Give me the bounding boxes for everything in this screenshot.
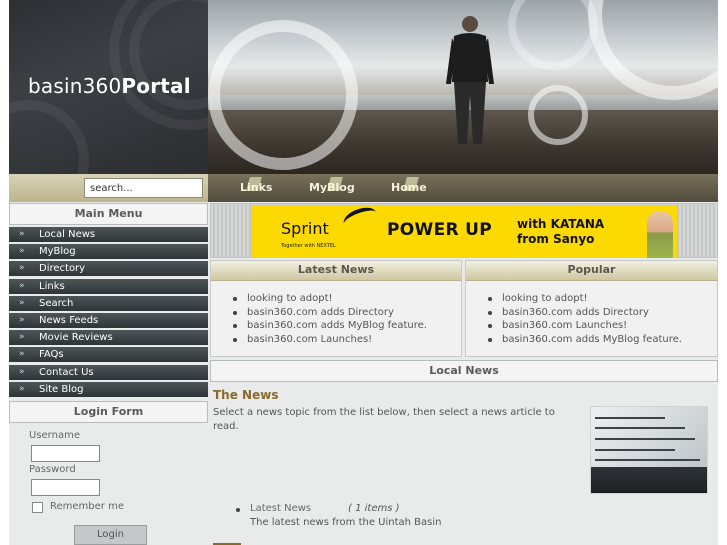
password-label: Password bbox=[29, 464, 76, 475]
search-input[interactable]: search... bbox=[84, 178, 203, 198]
menu-item-myblog[interactable]: » MyBlog bbox=[9, 244, 208, 260]
menu-item-links[interactable]: » Links bbox=[9, 278, 208, 294]
image-text-line bbox=[595, 427, 685, 429]
double-chevron-icon: » bbox=[19, 332, 25, 343]
site-logo[interactable]: basin360Portal bbox=[28, 74, 191, 98]
popular-list: looking to adopt! basin360.com adds Dire… bbox=[488, 293, 717, 348]
popular-panel: Popular looking to adopt! basin360.com a… bbox=[465, 260, 718, 357]
main-menu: » Local News » MyBlog » Directory » Links » S… bbox=[9, 227, 208, 397]
menu-item-news-feeds[interactable]: » News Feeds bbox=[9, 312, 208, 328]
login-button[interactable]: Login bbox=[74, 525, 147, 545]
username-field[interactable] bbox=[31, 445, 100, 462]
login-form: Login Form Username Password Remember me… bbox=[9, 401, 208, 545]
image-text-line bbox=[595, 417, 665, 419]
ad-headline: POWER UP bbox=[387, 220, 492, 240]
ad-strip: Sprint Together with NEXTEL POWER UP wit… bbox=[210, 203, 718, 258]
remember-me-checkbox[interactable] bbox=[32, 502, 43, 513]
topnav-home[interactable]: Home bbox=[391, 177, 427, 194]
menu-item-faqs[interactable]: » FAQs bbox=[9, 347, 208, 363]
decor-ring bbox=[9, 100, 89, 174]
ad-offer: with KATANA from Sanyo bbox=[517, 217, 604, 247]
latest-news-item[interactable]: looking to adopt! bbox=[233, 293, 461, 307]
double-chevron-icon: » bbox=[19, 263, 25, 274]
decor-ring bbox=[508, 0, 598, 70]
header-banner-image bbox=[208, 0, 718, 174]
latest-news-list: looking to adopt! basin360.com adds Dire… bbox=[233, 293, 461, 348]
double-chevron-icon: » bbox=[19, 246, 25, 257]
main-menu-title: Main Menu bbox=[9, 203, 208, 225]
popular-item[interactable]: basin360.com adds MyBlog feature. bbox=[488, 334, 717, 348]
double-chevron-icon: » bbox=[19, 280, 25, 291]
topnav-myblog[interactable]: MyBlog bbox=[309, 177, 355, 194]
keyboard-keys bbox=[591, 467, 707, 493]
double-chevron-icon: » bbox=[19, 314, 25, 325]
popular-item[interactable]: looking to adopt! bbox=[488, 293, 717, 307]
bullet-icon bbox=[236, 508, 240, 512]
image-text-line bbox=[595, 449, 675, 451]
topic-link-latest-news[interactable]: Latest News bbox=[250, 503, 311, 514]
ad-offer-line2: from Sanyo bbox=[517, 232, 595, 246]
main-content: Sprint Together with NEXTEL POWER UP wit… bbox=[210, 203, 718, 545]
latest-news-item[interactable]: basin360.com adds Directory bbox=[233, 307, 461, 321]
news-intro-text: Select a news topic from the list below,… bbox=[213, 407, 555, 432]
left-column: Main Menu » Local News » MyBlog » Directory… bbox=[9, 203, 208, 545]
ad-model-image bbox=[647, 211, 673, 258]
logo-panel: basin360Portal bbox=[9, 0, 208, 174]
menu-item-movie-reviews[interactable]: » Movie Reviews bbox=[9, 330, 208, 346]
popular-title: Popular bbox=[466, 261, 717, 281]
top-nav: Links MyBlog Home bbox=[208, 174, 718, 202]
popular-item[interactable]: basin360.com adds Directory bbox=[488, 307, 717, 321]
navigation-bar: search... Links MyBlog Home bbox=[9, 174, 718, 202]
menu-item-directory[interactable]: » Directory bbox=[9, 261, 208, 277]
image-text-line bbox=[595, 459, 700, 461]
news-heading: The News bbox=[213, 388, 279, 402]
man-figure bbox=[446, 16, 494, 144]
decor-ring bbox=[588, 0, 718, 100]
login-form-title: Login Form bbox=[9, 401, 208, 423]
header: basin360Portal bbox=[9, 0, 718, 174]
ad-brand: Sprint bbox=[281, 219, 329, 238]
latest-news-title: Latest News bbox=[211, 261, 461, 281]
sprint-wing-icon bbox=[340, 205, 380, 233]
decor-ring bbox=[528, 85, 588, 145]
news-keyboard-image bbox=[590, 406, 708, 494]
popular-item[interactable]: basin360.com Launches! bbox=[488, 320, 717, 334]
sprint-ad-banner[interactable]: Sprint Together with NEXTEL POWER UP wit… bbox=[251, 205, 677, 258]
menu-item-local-news[interactable]: » Local News bbox=[9, 227, 208, 242]
remember-me-label: Remember me bbox=[50, 501, 124, 512]
latest-news-panel: Latest News looking to adopt! basin360.c… bbox=[210, 260, 462, 357]
decor-ring bbox=[208, 20, 358, 170]
local-news-title: Local News bbox=[210, 360, 718, 382]
topic-item-count: ( 1 items ) bbox=[348, 503, 400, 514]
double-chevron-icon: » bbox=[19, 349, 25, 360]
menu-item-site-blog[interactable]: » Site Blog bbox=[9, 381, 208, 397]
topic-description: The latest news from the Uintah Basin bbox=[250, 517, 442, 528]
topnav-links[interactable]: Links bbox=[240, 177, 272, 194]
username-label: Username bbox=[29, 430, 80, 441]
double-chevron-icon: » bbox=[19, 383, 25, 394]
page: basin360Portal search... Links MyBlog Ho… bbox=[9, 0, 718, 545]
cut-off-heading bbox=[213, 539, 253, 545]
menu-item-contact-us[interactable]: » Contact Us bbox=[9, 364, 208, 380]
double-chevron-icon: » bbox=[19, 366, 25, 377]
password-field[interactable] bbox=[31, 479, 100, 496]
latest-news-item[interactable]: basin360.com adds MyBlog feature. bbox=[233, 320, 461, 334]
double-chevron-icon: » bbox=[19, 297, 25, 308]
ad-tagline: Together with NEXTEL bbox=[281, 243, 336, 249]
double-chevron-icon: » bbox=[19, 229, 25, 239]
ad-offer-line1: with KATANA bbox=[517, 217, 605, 231]
latest-news-item[interactable]: basin360.com Launches! bbox=[233, 334, 461, 348]
image-text-line bbox=[595, 438, 695, 440]
menu-item-search[interactable]: » Search bbox=[9, 295, 208, 311]
